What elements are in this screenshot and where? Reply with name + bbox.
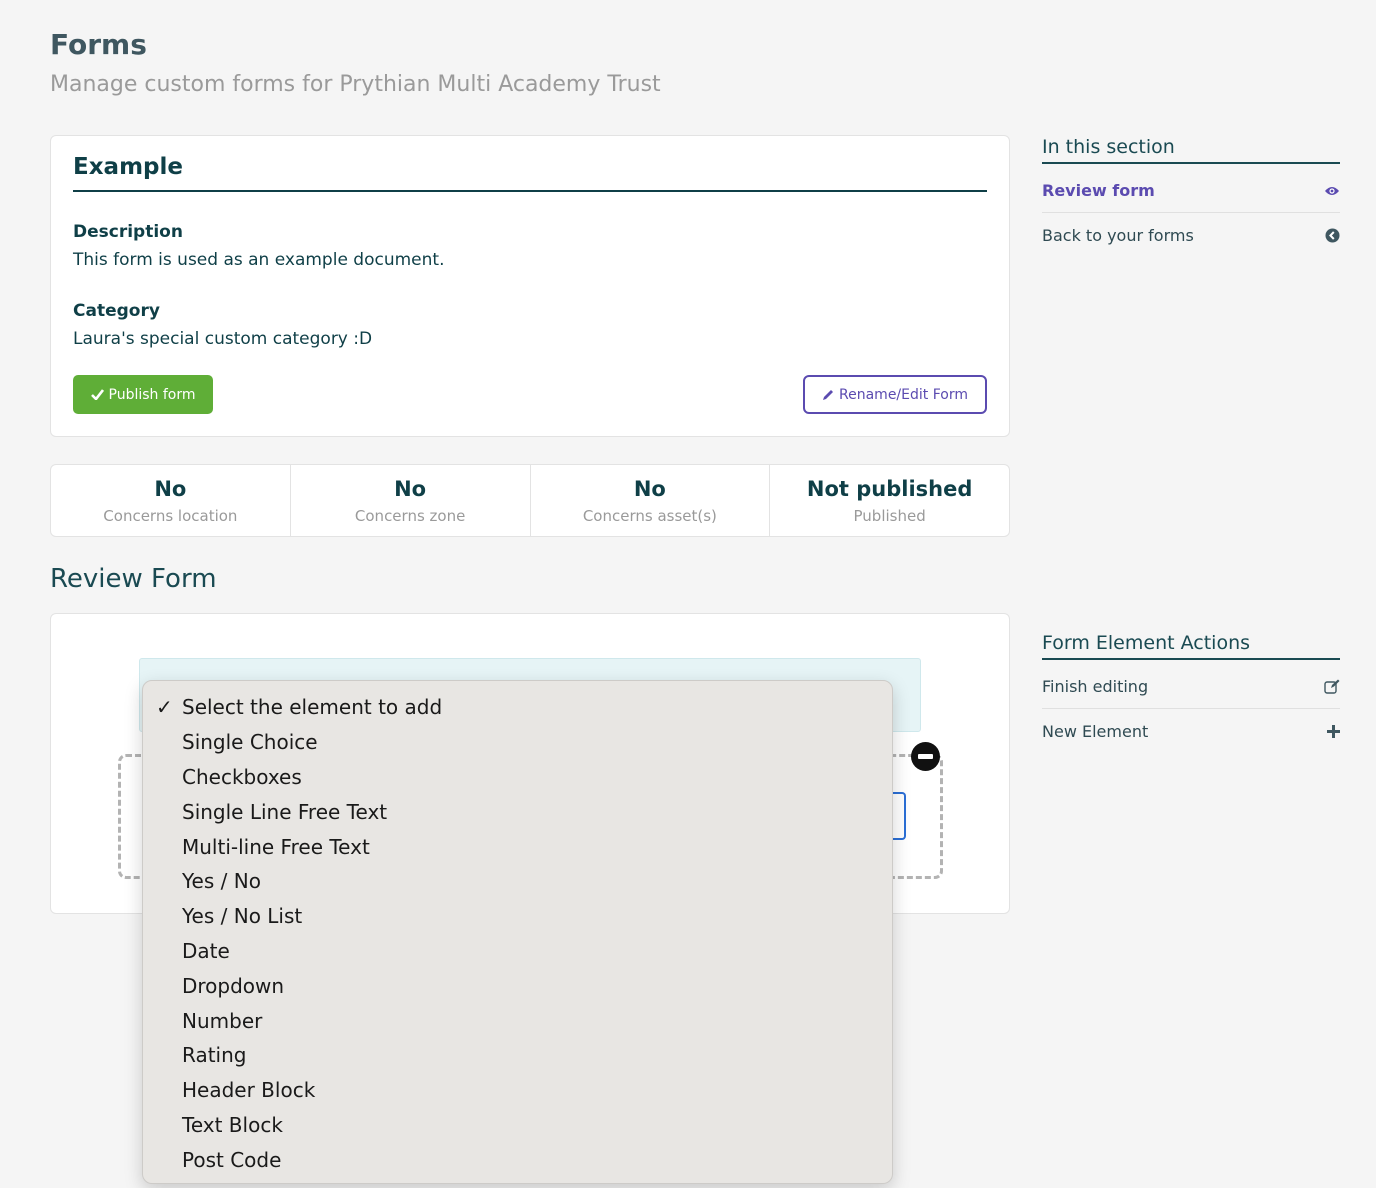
form-stats: No Concerns location No Concerns zone No… [50, 464, 1010, 537]
option-label: Rating [182, 1043, 247, 1068]
sidebar-item-label: Back to your forms [1042, 225, 1194, 245]
stat-label: Published [853, 506, 926, 525]
dropdown-option[interactable]: Header Block [143, 1073, 892, 1108]
stat-value: No [154, 476, 187, 501]
page-subtitle: Manage custom forms for Prythian Multi A… [50, 72, 661, 97]
dropdown-option[interactable]: Yes / No [143, 864, 892, 899]
description-label: Description [73, 222, 183, 242]
stat-value: No [394, 476, 427, 501]
option-label: Single Line Free Text [182, 799, 388, 824]
dropdown-option[interactable]: Number [143, 1003, 892, 1038]
action-label: Finish editing [1042, 677, 1149, 696]
stat-value: No [633, 476, 666, 501]
form-details-card: Example Description This form is used as… [50, 135, 1010, 437]
dropdown-option[interactable]: Single Choice [143, 725, 892, 760]
edit-icon [1324, 679, 1340, 694]
pencil-icon [822, 389, 834, 401]
option-label: Date [182, 938, 230, 963]
checkmark-icon: ✓ [156, 695, 173, 720]
new-element-action[interactable]: New Element [1042, 709, 1340, 753]
option-label: Select the element to add [182, 695, 443, 720]
plus-icon [1327, 724, 1340, 738]
stat-label: Concerns zone [354, 506, 466, 525]
form-element-actions-heading: Form Element Actions [1042, 632, 1340, 660]
stat-concerns-zone: No Concerns zone [291, 465, 531, 536]
stat-concerns-location: No Concerns location [51, 465, 291, 536]
dropdown-option[interactable]: Yes / No List [143, 899, 892, 934]
option-label: Header Block [182, 1078, 316, 1103]
element-type-dropdown[interactable]: ✓ Select the element to add Single Choic… [142, 680, 893, 1184]
back-circle-icon [1325, 228, 1340, 243]
in-this-section-heading: In this section [1042, 136, 1340, 164]
category-label: Category [73, 301, 160, 321]
stat-label: Concerns location [103, 506, 238, 525]
eye-icon [1324, 185, 1340, 197]
form-name: Example [73, 154, 987, 192]
description-value: This form is used as an example document… [73, 250, 445, 270]
category-value: Laura's special custom category :D [73, 329, 373, 349]
option-label: Post Code [182, 1147, 282, 1172]
publish-form-button[interactable]: Publish form [73, 375, 213, 414]
action-label: New Element [1042, 721, 1149, 741]
option-label: Checkboxes [182, 764, 302, 789]
publish-form-label: Publish form [108, 386, 196, 403]
stat-published: Not published Published [770, 465, 1009, 536]
dropdown-option[interactable]: Dropdown [143, 968, 892, 1003]
rename-edit-form-label: Rename/Edit Form [839, 386, 968, 403]
option-label: Number [182, 1008, 263, 1033]
sidebar-item-label: Review form [1042, 181, 1155, 200]
stat-value: Not published [806, 476, 973, 501]
stat-concerns-assets: No Concerns asset(s) [531, 465, 771, 536]
option-label: Text Block [182, 1112, 283, 1137]
option-label: Multi-line Free Text [182, 834, 370, 859]
sidebar-item-review-form[interactable]: Review form [1042, 169, 1340, 213]
dropdown-option[interactable]: Checkboxes [143, 760, 892, 795]
option-label: Yes / No List [182, 904, 303, 929]
page-title: Forms [50, 28, 147, 61]
dropdown-option[interactable]: Multi-line Free Text [143, 829, 892, 864]
review-form-heading: Review Form [50, 564, 217, 594]
remove-element-icon[interactable] [911, 742, 940, 771]
dropdown-option[interactable]: Post Code [143, 1142, 892, 1177]
finish-editing-action[interactable]: Finish editing [1042, 665, 1340, 709]
dropdown-option[interactable]: Single Line Free Text [143, 794, 892, 829]
check-icon [90, 389, 104, 400]
dropdown-option[interactable]: Text Block [143, 1108, 892, 1143]
sidebar-item-back-to-forms[interactable]: Back to your forms [1042, 213, 1340, 257]
dropdown-option-selected[interactable]: ✓ Select the element to add [143, 690, 892, 725]
stat-label: Concerns asset(s) [582, 506, 717, 525]
dropdown-option[interactable]: Rating [143, 1038, 892, 1073]
option-label: Dropdown [182, 973, 285, 998]
option-label: Yes / No [182, 869, 261, 894]
option-label: Single Choice [182, 730, 318, 755]
rename-edit-form-button[interactable]: Rename/Edit Form [803, 375, 987, 414]
dropdown-option[interactable]: Date [143, 934, 892, 969]
